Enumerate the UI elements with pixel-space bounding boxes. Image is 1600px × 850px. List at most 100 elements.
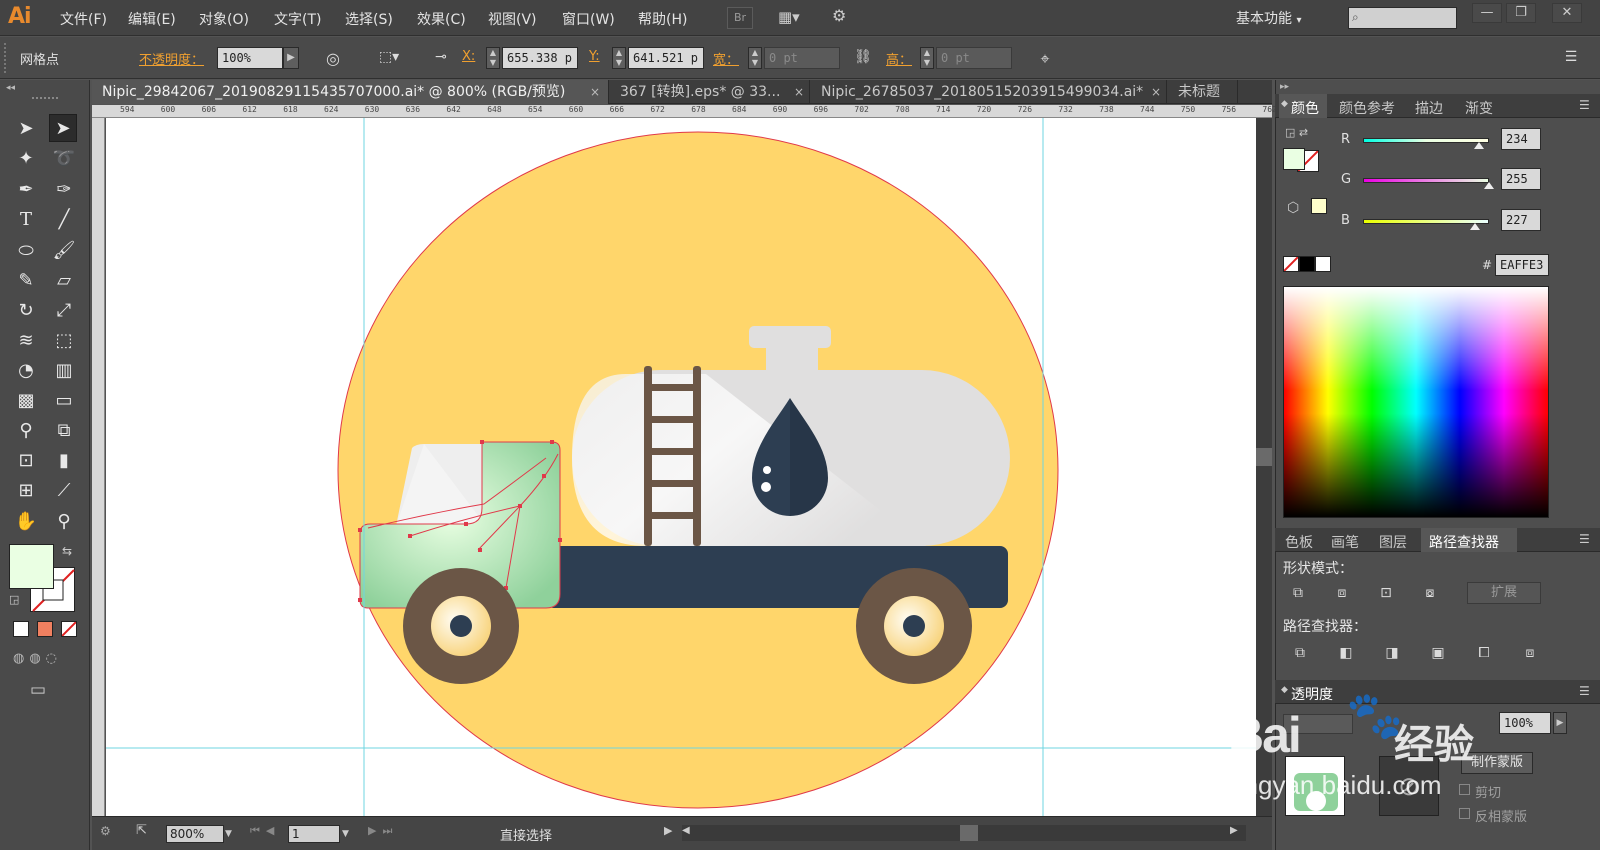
menu-effect[interactable]: 效果(C) xyxy=(417,9,466,29)
fill-swatch[interactable] xyxy=(9,544,54,589)
rotate-tool-icon[interactable]: ↻ xyxy=(12,297,40,325)
panel-expand-icon[interactable]: ◆ xyxy=(1281,99,1288,109)
artwork[interactable] xyxy=(106,118,1256,816)
horizontal-scrollbar[interactable]: ◀ ▶ xyxy=(682,825,1246,841)
tab-swatches[interactable]: 色板 xyxy=(1285,532,1313,552)
workspace-switcher[interactable]: 基本功能 ▾ xyxy=(1236,8,1301,28)
opacity-input[interactable]: 100% xyxy=(217,47,283,69)
intersect-icon[interactable]: ⊡ xyxy=(1373,582,1399,604)
slice-tool-icon[interactable]: ⟋ xyxy=(50,477,78,505)
pencil-tool-icon[interactable]: ✎ xyxy=(12,267,40,295)
x-stepper[interactable]: ▲ ▼ xyxy=(486,47,500,69)
page-next-icons[interactable]: ▶⏭ xyxy=(368,824,398,838)
height-stepper[interactable]: ▲ ▼ xyxy=(920,47,934,69)
free-transform-tool-icon[interactable]: ⬚ xyxy=(50,327,78,355)
menu-type[interactable]: 文字(T) xyxy=(274,9,321,29)
horizontal-scroll-thumb[interactable] xyxy=(960,825,978,841)
blend-tool-icon[interactable]: ⧉ xyxy=(50,417,78,445)
zoom-input[interactable]: 800% xyxy=(166,825,224,843)
eraser-tool-icon[interactable]: ▱ xyxy=(50,267,78,295)
control-menu-icon[interactable]: ☰ xyxy=(1560,49,1582,67)
y-stepper[interactable]: ▲ ▼ xyxy=(612,47,626,69)
none-mode-icon[interactable] xyxy=(61,621,77,637)
collapse-panels-icon[interactable]: ▸▸ xyxy=(1280,82,1289,92)
tab-document-4[interactable]: 未标题 xyxy=(1168,80,1238,104)
bridge-button[interactable]: Br xyxy=(727,7,753,29)
symbol-sprayer-tool-icon[interactable]: ⊡ xyxy=(12,447,40,475)
crop-icon[interactable]: ▣ xyxy=(1425,642,1451,664)
tab-document-3[interactable]: Nipic_26785037_20180515203915499034.ai* … xyxy=(811,80,1167,104)
default-colors-icon[interactable]: ◲ xyxy=(9,593,19,606)
opacity-dropdown-arrow[interactable]: ▶ xyxy=(283,47,299,69)
selection-tool-icon[interactable]: ➤ xyxy=(12,115,40,143)
constrain-proportions-icon[interactable]: ⛓ xyxy=(852,49,874,67)
width-stepper[interactable]: ▲ ▼ xyxy=(748,47,762,69)
tab-transparency[interactable]: 透明度 xyxy=(1291,684,1333,704)
g-value[interactable]: 255 xyxy=(1501,168,1541,190)
menu-select[interactable]: 选择(S) xyxy=(345,9,393,29)
vertical-scroll-thumb[interactable] xyxy=(1256,448,1272,466)
panel-menu-icon[interactable]: ☰ xyxy=(1579,532,1590,546)
height-input[interactable]: 0 pt xyxy=(936,47,1012,69)
ruler-left[interactable] xyxy=(92,118,105,816)
merge-icon[interactable]: ◨ xyxy=(1379,642,1405,664)
width-input[interactable]: 0 pt xyxy=(764,47,840,69)
magic-wand-tool-icon[interactable]: ✦ xyxy=(12,145,40,173)
scale-tool-icon[interactable]: ⤢ xyxy=(50,297,78,325)
y-input[interactable]: 641.521 p xyxy=(628,47,704,69)
ruler-top[interactable]: 594 600 606 612 618 624 630 636 642 648 654 660 666 6… xyxy=(92,105,1277,118)
tab-layers[interactable]: 图层 xyxy=(1379,532,1407,552)
control-bar-grip[interactable] xyxy=(4,43,10,73)
status-menu-arrow[interactable]: ▶ xyxy=(664,824,672,837)
column-graph-tool-icon[interactable]: ▮ xyxy=(50,447,78,475)
menu-file[interactable]: 文件(F) xyxy=(60,9,107,29)
unite-icon[interactable]: ⧉ xyxy=(1285,582,1311,604)
g-slider-thumb[interactable] xyxy=(1484,182,1494,189)
pen-tool-icon[interactable]: ✒ xyxy=(12,176,40,204)
zoom-dropdown-icon[interactable]: ▼ xyxy=(225,825,239,843)
menu-window[interactable]: 窗口(W) xyxy=(562,9,615,29)
help-search-input[interactable]: ⌕ xyxy=(1348,7,1457,29)
page-dropdown-icon[interactable]: ▼ xyxy=(342,825,356,843)
artboard-tool-icon[interactable]: ⊞ xyxy=(12,477,40,505)
minus-front-icon[interactable]: ⧈ xyxy=(1329,582,1355,604)
drawing-modes-icon[interactable]: ◍◍◌ xyxy=(13,651,79,669)
page-prev-icons[interactable]: ⏮◀ xyxy=(250,824,280,838)
close-icon[interactable]: × xyxy=(590,80,600,104)
scroll-right-icon[interactable]: ▶ xyxy=(1230,825,1238,836)
export-icon[interactable]: ⇱ xyxy=(136,823,147,838)
outline-icon[interactable]: ⧠ xyxy=(1471,642,1497,664)
minus-back-icon[interactable]: ⧈ xyxy=(1517,642,1543,664)
shape-builder-tool-icon[interactable]: ◔ xyxy=(12,357,40,385)
type-tool-icon[interactable]: T xyxy=(12,206,40,234)
mesh-tool-icon[interactable]: ▩ xyxy=(12,387,40,415)
panel-menu-icon[interactable]: ☰ xyxy=(1579,684,1590,698)
tab-color-guide[interactable]: 颜色参考 xyxy=(1339,98,1395,118)
panel-fill-swatch[interactable] xyxy=(1283,148,1305,170)
minimize-button[interactable]: — xyxy=(1472,3,1502,23)
tools-grip[interactable] xyxy=(32,97,58,101)
black-color-swatch[interactable] xyxy=(1299,256,1315,272)
b-value[interactable]: 227 xyxy=(1501,209,1541,231)
isolate-object-icon[interactable]: ⌖ xyxy=(1034,49,1056,68)
current-tool-status[interactable]: 直接选择 xyxy=(500,825,552,844)
gradient-mode-icon[interactable] xyxy=(37,621,53,637)
panel-menu-icon[interactable]: ☰ xyxy=(1579,98,1590,112)
rear-wheel[interactable] xyxy=(856,568,972,684)
hand-tool-icon[interactable]: ✋ xyxy=(12,508,40,536)
tab-document-2[interactable]: 367 [转换].eps* @ 33... × xyxy=(610,80,810,104)
scroll-left-icon[interactable]: ◀ xyxy=(682,825,690,836)
eyedropper-tool-icon[interactable]: ⚲ xyxy=(12,417,40,445)
fill-stroke-mini-icon[interactable]: ◲ ⇄ xyxy=(1285,126,1308,139)
hex-input[interactable]: EAFFE3 xyxy=(1495,254,1549,276)
tank-neck[interactable] xyxy=(766,344,818,374)
exclude-icon[interactable]: ⧇ xyxy=(1417,582,1443,604)
tab-gradient[interactable]: 渐变 xyxy=(1465,98,1493,118)
color-mode-icon[interactable] xyxy=(13,621,29,637)
artboard[interactable] xyxy=(106,118,1256,816)
color-spectrum[interactable] xyxy=(1283,286,1549,518)
restore-button[interactable]: ❐ xyxy=(1506,3,1536,23)
close-icon[interactable]: × xyxy=(794,80,804,104)
screen-mode-icon[interactable]: ▭ xyxy=(30,680,46,700)
r-slider-thumb[interactable] xyxy=(1473,142,1484,149)
